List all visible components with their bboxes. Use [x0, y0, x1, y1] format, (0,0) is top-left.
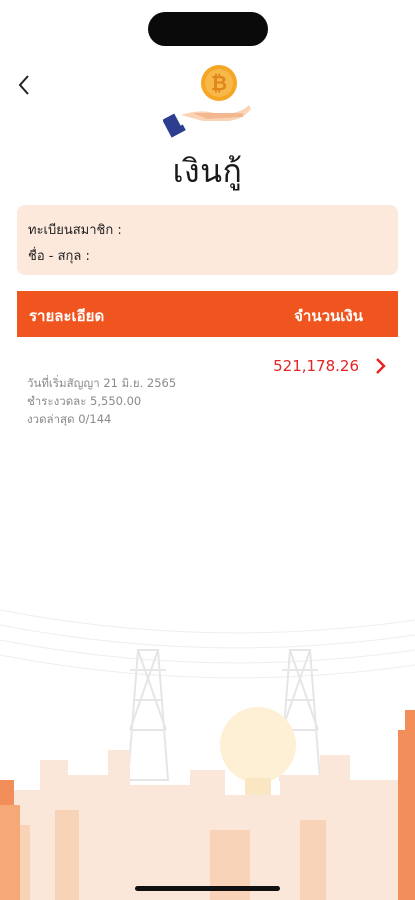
background-city-illustration: [0, 609, 415, 900]
home-indicator: [135, 886, 280, 891]
hand-coin-icon: ₿: [163, 65, 251, 138]
installment-amount: ชำระงวดละ 5,550.00: [27, 394, 142, 408]
loan-amount: 521,178.26: [273, 357, 359, 375]
svg-text:₿: ₿: [211, 71, 227, 95]
column-header-amount: จำนวนเงิน: [294, 307, 363, 325]
chevron-left-icon: [18, 75, 29, 95]
device-notch: [148, 12, 268, 46]
member-name-label: ชื่อ - สกุล :: [28, 249, 90, 264]
chevron-right-icon: [376, 358, 386, 374]
back-button[interactable]: [10, 70, 38, 100]
page-title: เงินกู้: [172, 152, 243, 190]
loan-list-item[interactable]: 521,178.26 วันที่เริ่มสัญญา 21 มิ.ย. 256…: [17, 347, 398, 437]
member-id-label: ทะเบียนสมาชิก :: [28, 223, 122, 238]
column-header-detail: รายละเอียด: [29, 307, 105, 325]
latest-period: งวดล่าสุด 0/144: [27, 412, 112, 426]
member-info-card: ทะเบียนสมาชิก : ชื่อ - สกุล :: [17, 205, 398, 275]
contract-start-date: วันที่เริ่มสัญญา 21 มิ.ย. 2565: [27, 376, 177, 390]
loan-table-header: รายละเอียด จำนวนเงิน: [17, 291, 398, 337]
